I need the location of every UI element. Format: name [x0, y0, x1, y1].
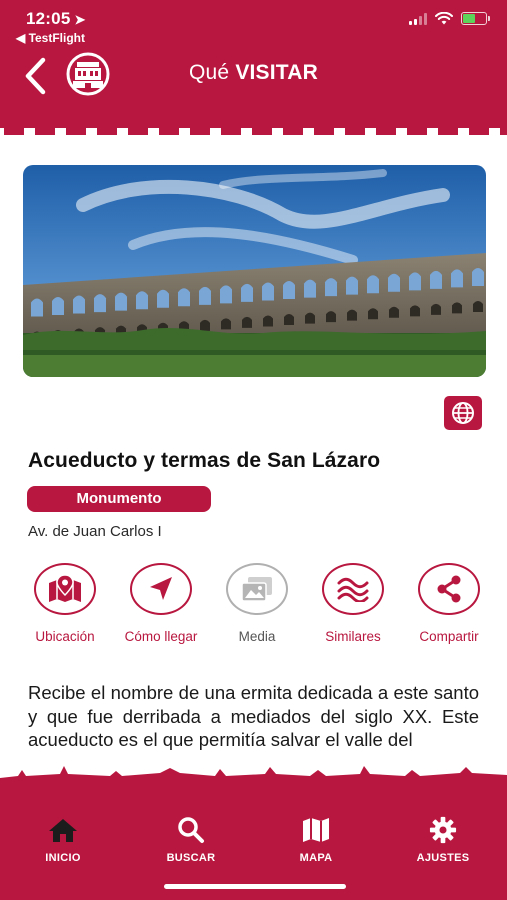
- website-button[interactable]: [444, 396, 482, 430]
- cellular-signal-icon: [409, 12, 427, 25]
- tab-search-label: BUSCAR: [166, 852, 216, 864]
- tab-search[interactable]: BUSCAR: [146, 816, 236, 864]
- battlement-border: [0, 113, 507, 135]
- skyline-divider: [0, 766, 507, 804]
- action-row: Ubicación Cómo llegar Media Similares Co…: [22, 563, 492, 653]
- action-media-label: Media: [238, 629, 276, 644]
- action-media[interactable]: Media: [207, 563, 307, 644]
- action-share-label: Compartir: [419, 629, 479, 644]
- navigation-arrow-icon: [150, 577, 172, 600]
- action-location-label: Ubicación: [35, 629, 95, 644]
- location-arrow-icon: ➤: [74, 12, 86, 27]
- tab-map-label: MAPA: [299, 852, 333, 864]
- action-location-circle: [34, 563, 96, 615]
- action-share-circle: [418, 563, 480, 615]
- tab-map[interactable]: MAPA: [271, 816, 361, 864]
- action-media-circle: [226, 563, 288, 615]
- battery-icon: [461, 12, 490, 25]
- wifi-icon: [435, 12, 453, 25]
- waves-icon: [337, 577, 369, 602]
- place-name: Acueducto y termas de San Lázaro: [28, 449, 381, 472]
- action-directions-label: Cómo llegar: [124, 629, 198, 644]
- home-icon: [49, 819, 77, 842]
- action-similar-label: Similares: [325, 629, 381, 644]
- place-description: Recibe el nombre de una ermita dedicada …: [28, 682, 479, 750]
- media-gallery-icon: [241, 577, 272, 602]
- tab-home[interactable]: INICIO: [18, 816, 108, 864]
- category-badge: Monumento: [27, 486, 211, 512]
- app-header: 12:05 ➤ ◀ TestFlight Qué VISITAR: [0, 0, 507, 128]
- gear-icon: [429, 816, 457, 844]
- map-icon: [303, 818, 329, 842]
- tab-bar: INICIO BUSCAR MAPA AJUSTES: [0, 800, 507, 900]
- search-icon: [178, 817, 204, 843]
- share-icon: [437, 575, 461, 603]
- tab-home-label: INICIO: [45, 852, 81, 864]
- back-to-app-link[interactable]: ◀ TestFlight: [16, 31, 85, 45]
- place-address: Av. de Juan Carlos I: [28, 523, 162, 540]
- action-similar-circle: [322, 563, 384, 615]
- status-time: 12:05 ➤: [26, 9, 86, 28]
- action-directions-circle: [130, 563, 192, 615]
- home-indicator[interactable]: [164, 884, 346, 889]
- action-similar[interactable]: Similares: [303, 563, 403, 644]
- globe-icon: [452, 402, 474, 424]
- action-share[interactable]: Compartir: [399, 563, 499, 644]
- action-location[interactable]: Ubicación: [15, 563, 115, 644]
- hero-image-aqueduct: [23, 165, 486, 377]
- tab-settings-label: AJUSTES: [416, 852, 470, 864]
- map-pin-icon: [49, 574, 81, 602]
- tab-settings[interactable]: AJUSTES: [398, 816, 488, 864]
- page-title: Qué VISITAR: [188, 61, 318, 84]
- status-indicators: [409, 12, 490, 25]
- action-directions[interactable]: Cómo llegar: [111, 563, 211, 644]
